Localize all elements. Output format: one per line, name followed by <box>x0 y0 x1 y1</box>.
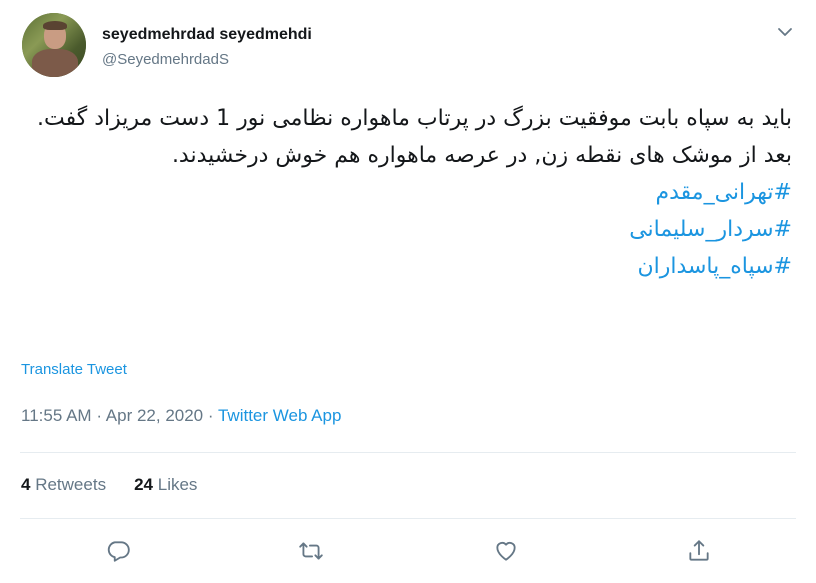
tweet-text: باید به سپاه بابت موفقیت بزرگ در پرتاب م… <box>37 106 792 168</box>
avatar[interactable] <box>22 13 86 77</box>
divider <box>20 518 796 519</box>
tweet-time[interactable]: 11:55 AM <box>21 406 92 425</box>
hashtag-link[interactable]: #سردار_سلیمانی <box>20 211 792 248</box>
author-handle[interactable]: @SeyedmehrdadS <box>102 51 229 68</box>
meta-separator: · <box>96 406 102 425</box>
translate-tweet-link[interactable]: Translate Tweet <box>21 361 127 378</box>
likes-stat[interactable]: 24 Likes <box>134 475 197 494</box>
chevron-down-icon[interactable] <box>775 22 795 42</box>
retweets-stat[interactable]: 4 Retweets <box>21 475 106 494</box>
likes-label: Likes <box>157 475 198 494</box>
retweets-label: Retweets <box>35 475 107 494</box>
retweet-icon[interactable] <box>298 538 324 564</box>
hashtag-link[interactable]: #تهرانی_مقدم <box>20 174 793 211</box>
divider <box>20 452 796 453</box>
tweet-stats: 4 Retweets 24 Likes <box>21 475 197 495</box>
share-icon[interactable] <box>686 538 712 564</box>
tweet-source-link[interactable]: Twitter Web App <box>218 406 341 425</box>
tweet-meta: 11:55 AM · Apr 22, 2020 · Twitter Web Ap… <box>21 406 341 426</box>
reply-icon[interactable] <box>105 538 131 564</box>
tweet-text-container: باید به سپاه بابت موفقیت بزرگ در پرتاب م… <box>20 100 792 285</box>
likes-count: 24 <box>134 475 153 494</box>
like-icon[interactable] <box>493 538 519 564</box>
author-display-name[interactable]: seyedmehrdad seyedmehdi <box>102 26 312 44</box>
tweet-date[interactable]: Apr 22, 2020 <box>106 406 203 425</box>
retweets-count: 4 <box>21 475 31 494</box>
meta-separator: · <box>207 406 214 425</box>
hashtag-link[interactable]: #سپاه_پاسداران <box>20 248 792 285</box>
